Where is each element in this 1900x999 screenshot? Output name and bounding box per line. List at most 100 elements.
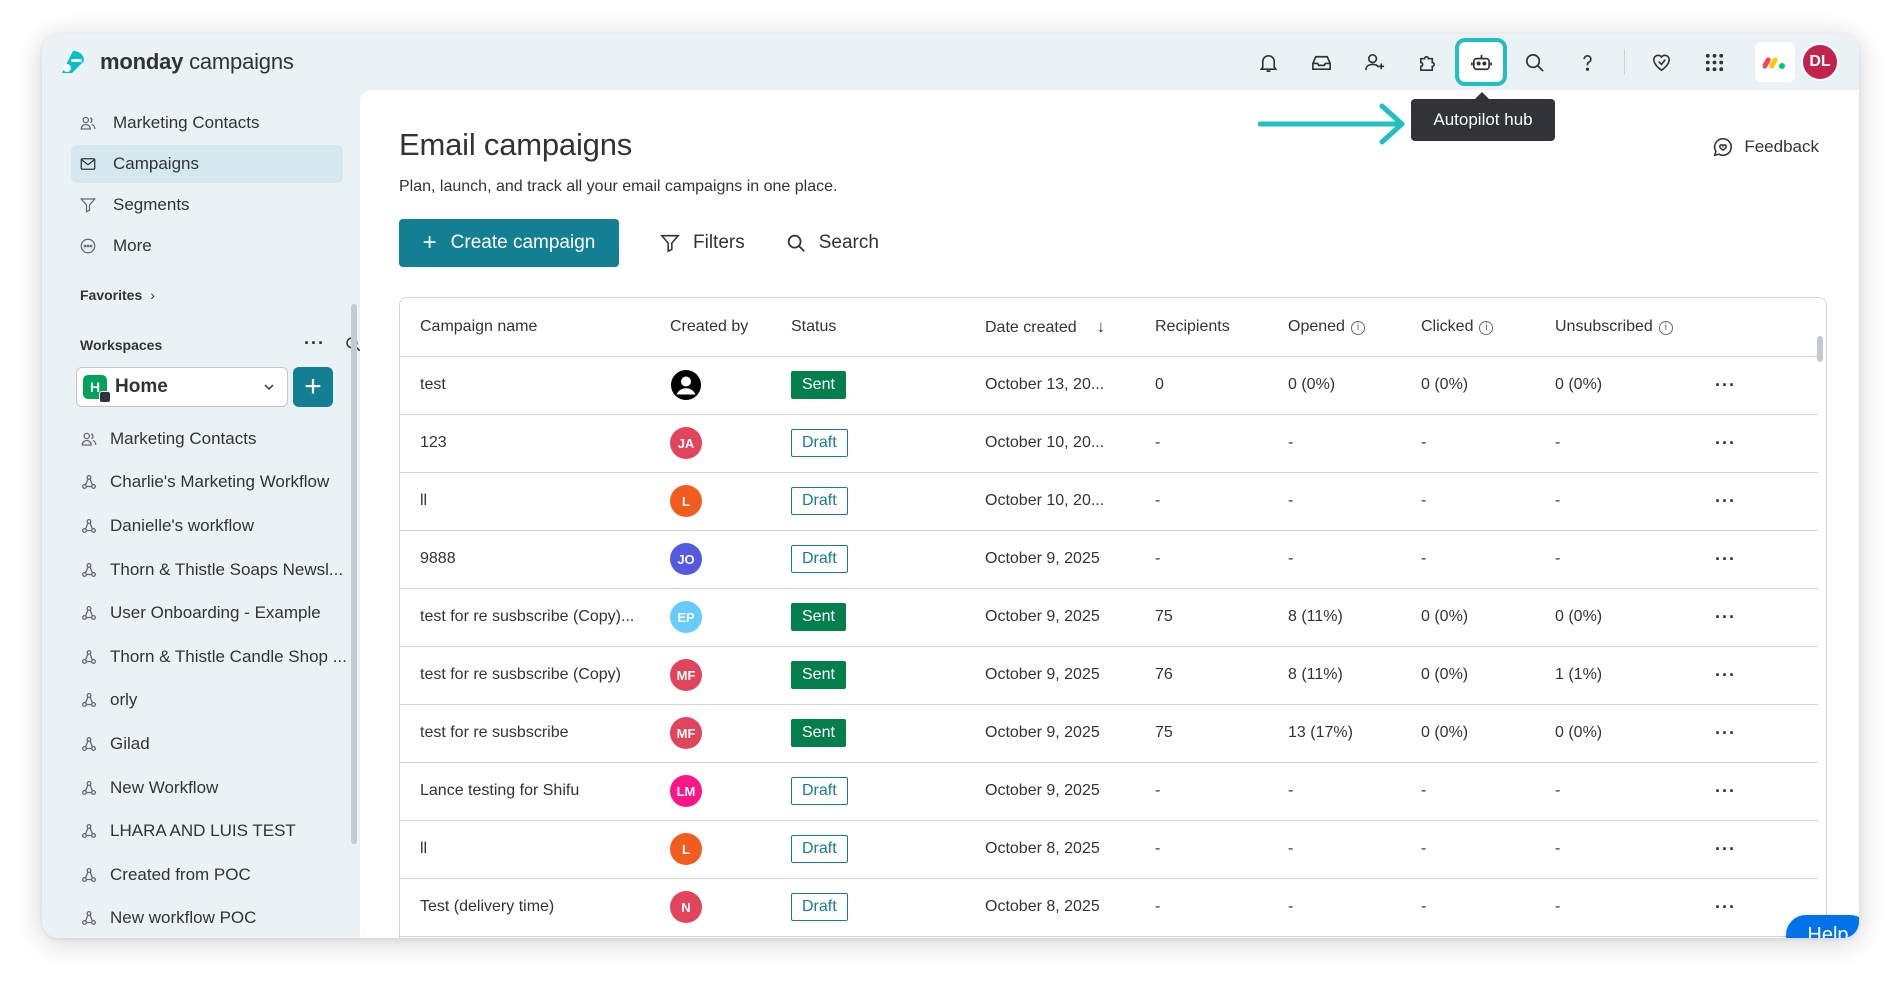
creator-avatar[interactable]: L (670, 485, 702, 517)
sidebar-item-more[interactable]: More (71, 227, 343, 265)
table-row[interactable]: 123 JA Draft October 10, 20... - - - - ··· (400, 414, 1818, 473)
user-avatar[interactable]: DL (1801, 43, 1839, 81)
sidebar-board-item[interactable]: New workflow POC (80, 897, 360, 938)
info-icon[interactable]: i (1479, 320, 1494, 335)
row-menu-icon[interactable]: ··· (1715, 839, 1736, 859)
column-header-date-created[interactable]: Date created ↓ (985, 298, 1155, 357)
sidebar-board-item[interactable]: Gilad (80, 722, 360, 766)
creator-avatar[interactable]: JA (670, 427, 702, 459)
add-workspace-item-button[interactable]: + (293, 367, 333, 407)
column-header-campaign-name[interactable]: Campaign name (400, 298, 670, 357)
sidebar-board-item[interactable]: LHARA AND LUIS TEST (80, 809, 360, 853)
help-button[interactable]: Help (1786, 915, 1859, 938)
filters-button[interactable]: Filters (659, 219, 745, 267)
campaign-name-cell[interactable]: test for re susbscribe (Copy)... (400, 588, 670, 647)
column-header-status[interactable]: Status (791, 298, 985, 357)
table-row[interactable]: 9888 JO Draft October 9, 2025- - - - ··· (400, 530, 1818, 589)
search-button[interactable]: Search (785, 219, 879, 267)
recipients-cell: - (1155, 878, 1288, 937)
sidebar-item-segments[interactable]: Segments (71, 186, 343, 224)
sidebar-board-item[interactable]: Danielle's workflow (80, 504, 360, 548)
table-row[interactable]: test for re susbscribe MF Sent October 9, 2… (400, 704, 1818, 763)
search-icon[interactable] (1508, 34, 1561, 90)
recipients-cell: - (1155, 530, 1288, 589)
info-icon[interactable]: i (1658, 320, 1673, 335)
campaign-name-cell[interactable]: ll (400, 472, 670, 531)
autopilot-icon[interactable] (1455, 38, 1507, 86)
opened-cell: 0 (0%) (1288, 356, 1421, 415)
table-scrollbar[interactable] (1817, 336, 1823, 362)
apps-grid-icon[interactable] (1688, 34, 1741, 90)
status-badge: Draft (791, 429, 848, 457)
column-header-recipients[interactable]: Recipients (1155, 298, 1288, 357)
sidebar-board-item[interactable]: Charlie's Marketing Workflow (80, 461, 360, 505)
row-menu-icon[interactable]: ··· (1715, 433, 1736, 453)
more-options-icon[interactable]: ··· (304, 333, 325, 354)
table-row[interactable]: test Sent October 13, 20... 0 0 (0%) 0 (0%) 0 … (400, 356, 1818, 415)
sidebar-scrollbar[interactable] (351, 304, 357, 844)
creator-avatar[interactable]: EP (670, 601, 702, 633)
workflow-icon (81, 693, 97, 708)
campaign-name-cell[interactable]: test for re susbscribe (400, 704, 670, 763)
column-header-created-by[interactable]: Created by (670, 298, 791, 357)
table-row[interactable]: test for re susbscribe (Copy)... EP Sent Oc… (400, 588, 1818, 647)
row-menu-icon[interactable]: ··· (1715, 723, 1736, 743)
table-row[interactable]: Test (delivery time) N Draft October 8, 202… (400, 878, 1818, 937)
contacts-icon (80, 116, 96, 130)
app-logo[interactable]: monday campaigns (58, 47, 294, 77)
heart-icon[interactable] (1635, 34, 1688, 90)
integrations-icon[interactable] (1401, 34, 1454, 90)
campaign-name-cell[interactable]: test for re susbscribe (Copy) (400, 646, 670, 705)
help-question-icon[interactable] (1561, 34, 1614, 90)
sidebar-board-item[interactable]: Created from POC (80, 853, 360, 897)
sort-descending-icon[interactable]: ↓ (1097, 317, 1106, 336)
sidebar-board-item[interactable]: orly (80, 679, 360, 723)
creator-avatar[interactable]: MF (670, 659, 702, 691)
favorites-section[interactable]: Favorites › (80, 287, 360, 303)
table-row[interactable]: test for re susbscribe (Copy) MF Sent Octob… (400, 646, 1818, 705)
column-header-unsubscribed[interactable]: Unsubscribed i (1555, 298, 1715, 357)
default-user-avatar-icon[interactable] (670, 369, 702, 401)
row-menu-icon[interactable]: ··· (1715, 665, 1736, 685)
creator-avatar[interactable]: JO (670, 543, 702, 575)
sidebar-board-item[interactable]: New Workflow (80, 766, 360, 810)
table-row[interactable]: ll L Draft October 10, 20... - - - - ··· (400, 472, 1818, 531)
campaign-name-cell[interactable]: ll (400, 820, 670, 879)
table-row[interactable]: Lance testing for Shifu LM Draft October 9,… (400, 762, 1818, 821)
creator-avatar[interactable]: L (670, 833, 702, 865)
campaign-name-cell[interactable]: 123 (400, 414, 670, 473)
row-menu-icon[interactable]: ··· (1715, 375, 1736, 395)
sidebar-board-item[interactable]: Thorn & Thistle Soaps Newsl... (80, 548, 360, 592)
workflow-icon (81, 780, 97, 795)
monday-dots-icon (1763, 57, 1785, 69)
table-row[interactable]: ll L Draft October 8, 2025- - - - ··· (400, 820, 1818, 879)
info-icon[interactable]: i (1350, 320, 1365, 335)
creator-avatar[interactable]: LM (670, 775, 702, 807)
row-menu-icon[interactable]: ··· (1715, 549, 1736, 569)
row-menu-icon[interactable]: ··· (1715, 781, 1736, 801)
feedback-button[interactable]: Feedback (1712, 136, 1819, 158)
campaign-name-cell[interactable]: Lance testing for Shifu (400, 762, 670, 821)
campaign-name-cell[interactable]: Test (delivery time) (400, 878, 670, 937)
column-header-opened[interactable]: Opened i (1288, 298, 1421, 357)
workspace-selector[interactable]: H Home (76, 367, 288, 407)
sidebar-board-item[interactable]: User Onboarding - Example (80, 591, 360, 635)
row-menu-icon[interactable]: ··· (1715, 897, 1736, 917)
board-label: orly (110, 690, 138, 710)
column-header-clicked[interactable]: Clicked i (1421, 298, 1555, 357)
sidebar-item-marketing-contacts[interactable]: Marketing Contacts (71, 104, 343, 142)
invite-members-icon[interactable] (1348, 34, 1401, 90)
sidebar-board-item[interactable]: Thorn & Thistle Candle Shop ... (80, 635, 360, 679)
row-menu-icon[interactable]: ··· (1715, 607, 1736, 627)
campaign-name-cell[interactable]: test (400, 356, 670, 415)
sidebar-item-campaigns[interactable]: Campaigns (71, 145, 343, 183)
row-menu-icon[interactable]: ··· (1715, 491, 1736, 511)
creator-avatar[interactable]: N (670, 891, 702, 923)
sidebar-board-item[interactable]: Marketing Contacts (80, 417, 360, 461)
inbox-icon[interactable] (1295, 34, 1348, 90)
campaign-name-cell[interactable]: 9888 (400, 530, 670, 589)
creator-avatar[interactable]: MF (670, 717, 702, 749)
bell-icon[interactable] (1242, 34, 1295, 90)
monday-brand-icon[interactable] (1755, 42, 1795, 82)
create-campaign-button[interactable]: + Create campaign (399, 219, 619, 267)
